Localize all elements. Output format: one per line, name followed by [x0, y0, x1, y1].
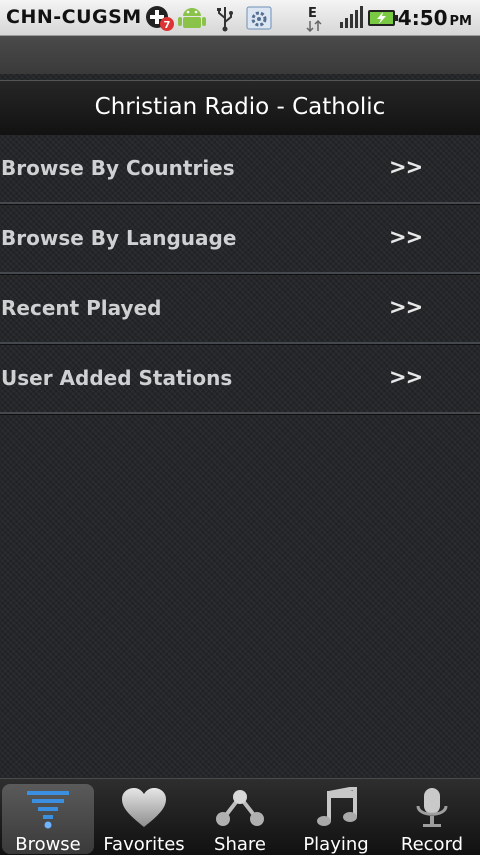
chevron-right-icon: >>	[389, 225, 423, 249]
chevron-right-icon: >>	[389, 365, 423, 389]
bottom-tab-bar: Browse Favorites Share Playing Record	[0, 778, 480, 855]
tab-favorites[interactable]: Favorites	[98, 784, 190, 855]
tab-record[interactable]: Record	[386, 784, 478, 855]
browse-menu: Browse By Countries >> Browse By Languag…	[0, 134, 480, 414]
debug-settings-icon	[246, 6, 272, 30]
music-note-icon	[317, 787, 357, 826]
notification-count: 7	[164, 20, 171, 31]
menu-item-browse-countries[interactable]: Browse By Countries >>	[0, 134, 480, 204]
menu-item-browse-language[interactable]: Browse By Language >>	[0, 204, 480, 274]
menu-item-user-added-stations[interactable]: User Added Stations >>	[0, 344, 480, 414]
tab-playing[interactable]: Playing	[290, 784, 382, 855]
tab-browse[interactable]: Browse	[2, 784, 94, 855]
battery-charging-icon	[368, 10, 398, 26]
clock: 4:50 PM	[398, 6, 472, 30]
chevron-right-icon: >>	[389, 295, 423, 319]
status-bar: CHN-CUGSM 7 E 4:50 PM	[0, 0, 480, 36]
share-icon	[216, 790, 264, 826]
top-toolbar	[0, 36, 480, 74]
menu-item-label: Recent Played	[1, 296, 162, 320]
microphone-icon	[416, 788, 448, 827]
data-edge-icon: E	[306, 6, 322, 32]
tab-label: Record	[400, 834, 464, 855]
signal-strength-icon	[340, 6, 363, 28]
menu-item-label: Browse By Countries	[1, 156, 235, 180]
tab-share[interactable]: Share	[194, 784, 286, 855]
menu-item-recent-played[interactable]: Recent Played >>	[0, 274, 480, 344]
menu-item-label: Browse By Language	[1, 226, 237, 250]
clock-time: 4:50	[397, 6, 448, 30]
clock-ampm: PM	[449, 14, 472, 29]
network-type-label: E	[308, 6, 317, 21]
page-title: Christian Radio - Catholic	[0, 80, 480, 135]
menu-item-label: User Added Stations	[1, 366, 233, 390]
notification-badge-icon: 7	[146, 6, 174, 31]
heart-icon	[122, 788, 166, 827]
android-icon	[178, 8, 206, 28]
carrier-name: CHN-CUGSM	[6, 6, 142, 28]
usb-icon	[217, 7, 233, 32]
chevron-right-icon: >>	[389, 155, 423, 179]
browse-icon	[27, 791, 69, 829]
